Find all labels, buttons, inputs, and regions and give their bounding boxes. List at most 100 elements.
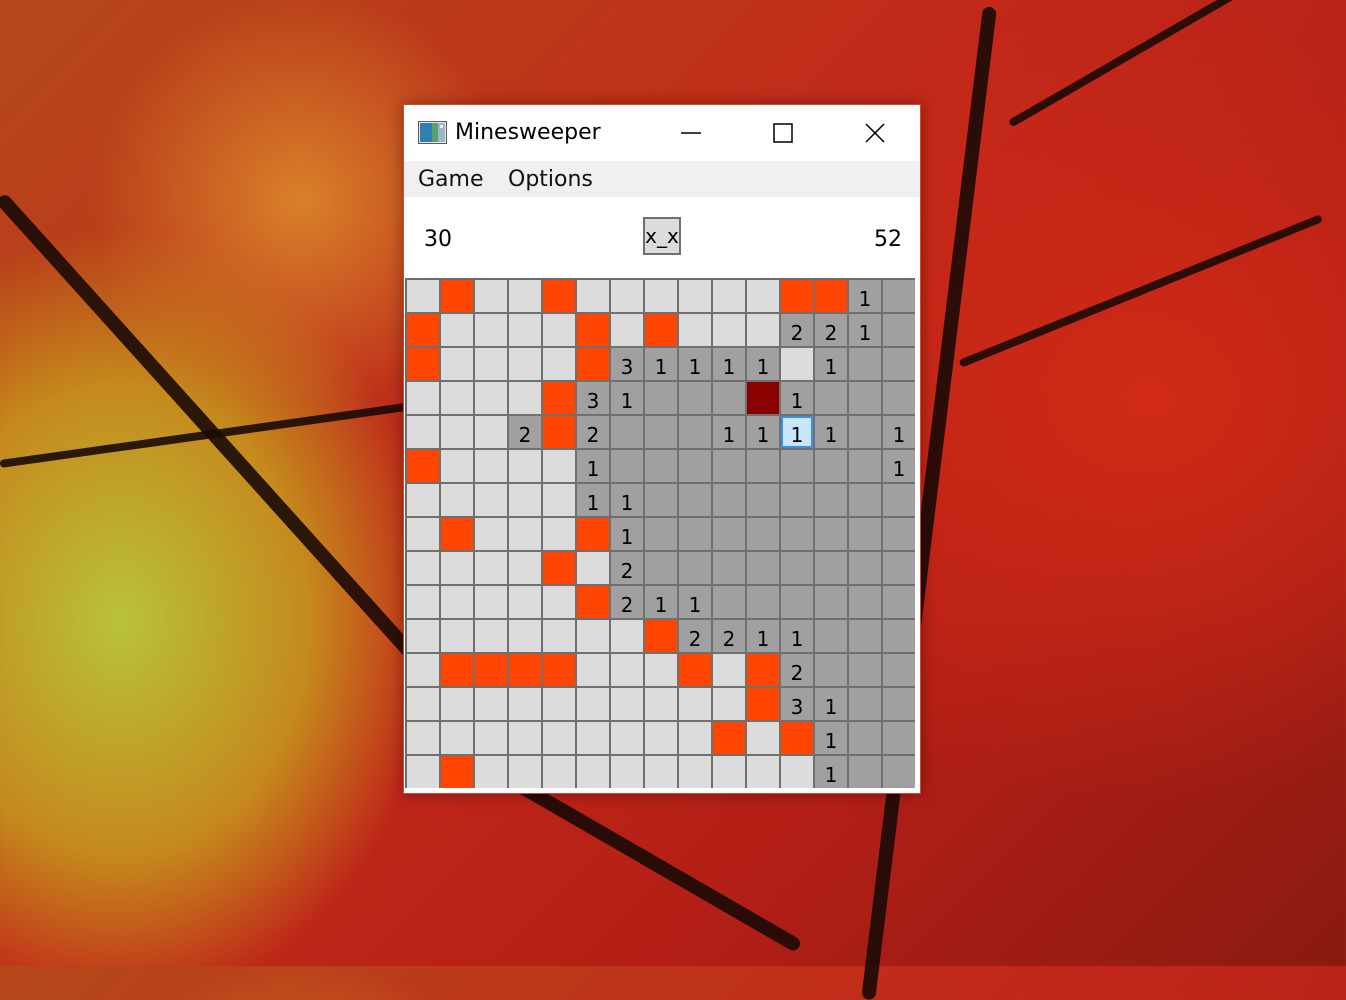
cell-r13-c5[interactable] — [543, 688, 575, 720]
cell-r14-c2[interactable] — [441, 722, 473, 754]
cell-r1-c3[interactable] — [475, 280, 507, 312]
cell-r7-c9[interactable] — [679, 484, 711, 516]
cell-r2-c10[interactable] — [713, 314, 745, 346]
cell-r3-c3[interactable] — [475, 348, 507, 380]
cell-r9-c7[interactable]: 2 — [611, 552, 643, 584]
cell-r10-c6[interactable] — [577, 586, 609, 618]
reset-face-button[interactable]: x_x — [643, 217, 681, 255]
cell-r10-c4[interactable] — [509, 586, 541, 618]
cell-r7-c3[interactable] — [475, 484, 507, 516]
cell-r1-c15[interactable] — [883, 280, 915, 312]
cell-r6-c5[interactable] — [543, 450, 575, 482]
cell-r12-c9[interactable] — [679, 654, 711, 686]
cell-r2-c4[interactable] — [509, 314, 541, 346]
cell-r6-c10[interactable] — [713, 450, 745, 482]
cell-r11-c7[interactable] — [611, 620, 643, 652]
cell-r14-c11[interactable] — [747, 722, 779, 754]
cell-r3-c14[interactable] — [849, 348, 881, 380]
cell-r14-c8[interactable] — [645, 722, 677, 754]
cell-r9-c2[interactable] — [441, 552, 473, 584]
cell-r1-c1[interactable] — [407, 280, 439, 312]
cell-r13-c14[interactable] — [849, 688, 881, 720]
cell-r8-c11[interactable] — [747, 518, 779, 550]
cell-r3-c12[interactable] — [781, 348, 813, 380]
cell-r13-c12[interactable]: 3 — [781, 688, 813, 720]
cell-r6-c12[interactable] — [781, 450, 813, 482]
cell-r4-c1[interactable] — [407, 382, 439, 414]
cell-r4-c7[interactable]: 1 — [611, 382, 643, 414]
cell-r15-c3[interactable] — [475, 756, 507, 788]
cell-r4-c3[interactable] — [475, 382, 507, 414]
cell-r15-c15[interactable] — [883, 756, 915, 788]
cell-r10-c14[interactable] — [849, 586, 881, 618]
cell-r12-c2[interactable] — [441, 654, 473, 686]
cell-r13-c15[interactable] — [883, 688, 915, 720]
cell-r11-c5[interactable] — [543, 620, 575, 652]
cell-r8-c2[interactable] — [441, 518, 473, 550]
cell-r12-c14[interactable] — [849, 654, 881, 686]
cell-r6-c15[interactable]: 1 — [883, 450, 915, 482]
cell-r13-c9[interactable] — [679, 688, 711, 720]
cell-r14-c9[interactable] — [679, 722, 711, 754]
cell-r11-c3[interactable] — [475, 620, 507, 652]
cell-r3-c6[interactable] — [577, 348, 609, 380]
cell-r13-c11[interactable] — [747, 688, 779, 720]
cell-r9-c10[interactable] — [713, 552, 745, 584]
cell-r6-c14[interactable] — [849, 450, 881, 482]
cell-r8-c10[interactable] — [713, 518, 745, 550]
cell-r5-c9[interactable] — [679, 416, 711, 448]
cell-r1-c10[interactable] — [713, 280, 745, 312]
cell-r11-c2[interactable] — [441, 620, 473, 652]
close-button[interactable] — [852, 113, 898, 153]
cell-r2-c7[interactable] — [611, 314, 643, 346]
cell-r1-c4[interactable] — [509, 280, 541, 312]
cell-r1-c6[interactable] — [577, 280, 609, 312]
cell-r10-c10[interactable] — [713, 586, 745, 618]
cell-r10-c7[interactable]: 2 — [611, 586, 643, 618]
cell-r2-c9[interactable] — [679, 314, 711, 346]
cell-r5-c10[interactable]: 1 — [713, 416, 745, 448]
cell-r13-c6[interactable] — [577, 688, 609, 720]
cell-r15-c7[interactable] — [611, 756, 643, 788]
cell-r8-c15[interactable] — [883, 518, 915, 550]
cell-r7-c11[interactable] — [747, 484, 779, 516]
cell-r10-c12[interactable] — [781, 586, 813, 618]
cell-r10-c11[interactable] — [747, 586, 779, 618]
cell-r5-c8[interactable] — [645, 416, 677, 448]
cell-r2-c12[interactable]: 2 — [781, 314, 813, 346]
cell-r12-c13[interactable] — [815, 654, 847, 686]
cell-r4-c5[interactable] — [543, 382, 575, 414]
cell-r7-c1[interactable] — [407, 484, 439, 516]
cell-r3-c15[interactable] — [883, 348, 915, 380]
cell-r4-c6[interactable]: 3 — [577, 382, 609, 414]
cell-r2-c5[interactable] — [543, 314, 575, 346]
cell-r12-c4[interactable] — [509, 654, 541, 686]
cell-r3-c10[interactable]: 1 — [713, 348, 745, 380]
cell-r11-c14[interactable] — [849, 620, 881, 652]
cell-r10-c5[interactable] — [543, 586, 575, 618]
cell-r6-c2[interactable] — [441, 450, 473, 482]
cell-r15-c13[interactable]: 1 — [815, 756, 847, 788]
cell-r6-c3[interactable] — [475, 450, 507, 482]
cell-r12-c3[interactable] — [475, 654, 507, 686]
cell-r4-c14[interactable] — [849, 382, 881, 414]
cell-r10-c1[interactable] — [407, 586, 439, 618]
cell-r12-c10[interactable] — [713, 654, 745, 686]
cell-r3-c1[interactable] — [407, 348, 439, 380]
cell-r10-c8[interactable]: 1 — [645, 586, 677, 618]
cell-r2-c8[interactable] — [645, 314, 677, 346]
cell-r5-c1[interactable] — [407, 416, 439, 448]
cell-r4-c2[interactable] — [441, 382, 473, 414]
cell-r8-c6[interactable] — [577, 518, 609, 550]
cell-r5-c13[interactable]: 1 — [815, 416, 847, 448]
cell-r15-c9[interactable] — [679, 756, 711, 788]
cell-r10-c3[interactable] — [475, 586, 507, 618]
cell-r4-c10[interactable] — [713, 382, 745, 414]
cell-r15-c4[interactable] — [509, 756, 541, 788]
cell-r14-c13[interactable]: 1 — [815, 722, 847, 754]
cell-r9-c4[interactable] — [509, 552, 541, 584]
cell-r2-c14[interactable]: 1 — [849, 314, 881, 346]
cell-r14-c3[interactable] — [475, 722, 507, 754]
cell-r14-c10[interactable] — [713, 722, 745, 754]
cell-r11-c12[interactable]: 1 — [781, 620, 813, 652]
